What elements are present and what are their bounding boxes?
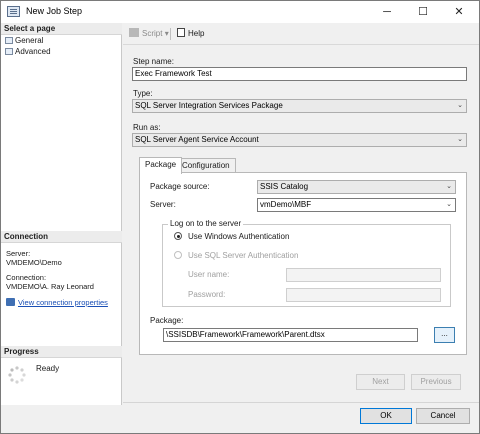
windows-auth-label: Use Windows Authentication (188, 232, 290, 241)
package-path-input[interactable]: \SSISDB\Framework\Framework\Parent.dtsx (163, 328, 418, 342)
step-name-label: Step name: (133, 57, 174, 66)
chevron-down-icon: ⌄ (457, 102, 463, 109)
type-value: SQL Server Integration Services Package (135, 101, 283, 110)
ok-button[interactable]: OK (360, 408, 412, 424)
logon-title: Log on to the server (168, 219, 244, 228)
view-connection-properties-label: View connection properties (18, 298, 108, 307)
page-item-general[interactable]: General (5, 36, 43, 45)
sql-auth-label: Use SQL Server Authentication (188, 251, 299, 260)
page-label-advanced: Advanced (15, 47, 51, 56)
username-input[interactable] (286, 268, 441, 282)
maximize-button[interactable]: ☐ (405, 1, 441, 23)
view-connection-properties-link[interactable]: View connection properties (6, 298, 108, 307)
server-label: Server: (6, 249, 31, 258)
browse-package-button[interactable]: ... (434, 327, 455, 343)
password-label: Password: (188, 290, 226, 299)
help-button[interactable]: Help (177, 28, 204, 38)
progress-header: Progress (1, 346, 122, 358)
select-page-header: Select a page (1, 23, 122, 35)
progress-status: Ready (36, 364, 60, 373)
package-server-select[interactable]: vmDemo\MBF ⌄ (257, 198, 456, 212)
page-icon (5, 37, 13, 44)
type-select[interactable]: SQL Server Integration Services Package … (132, 99, 467, 113)
page-icon (5, 48, 13, 55)
job-step-icon (7, 6, 20, 17)
toolbar-separator (170, 28, 171, 40)
run-as-value: SQL Server Agent Service Account (135, 135, 259, 144)
tab-package[interactable]: Package (139, 157, 183, 174)
package-source-value: SSIS Catalog (260, 182, 309, 191)
script-label: Script (142, 29, 163, 38)
help-icon (177, 28, 185, 37)
run-as-label: Run as: (133, 123, 161, 132)
window-title: New Job Step (26, 6, 83, 16)
toolbar: Script ▾ Help (123, 23, 479, 45)
step-name-input[interactable]: Exec Framework Test (132, 67, 467, 81)
type-label: Type: (133, 89, 153, 98)
connection-label: Connection: (6, 273, 47, 282)
bottom-separator (123, 402, 479, 403)
windows-auth-radio[interactable] (174, 232, 182, 240)
page-label-general: General (15, 36, 44, 45)
password-input[interactable] (286, 288, 441, 302)
script-dropdown-icon: ▾ (164, 29, 169, 38)
next-button[interactable]: Next (356, 374, 405, 390)
chevron-down-icon: ⌄ (446, 201, 452, 208)
chevron-down-icon: ⌄ (446, 183, 452, 190)
connection-value: VMDEMO\A. Ray Leonard (6, 282, 94, 291)
script-icon (129, 28, 139, 37)
package-source-label: Package source: (150, 182, 210, 191)
new-job-step-window: New Job Step ─ ☐ ✕ Select a page General… (0, 0, 480, 434)
cancel-button[interactable]: Cancel (416, 408, 470, 424)
previous-button[interactable]: Previous (411, 374, 461, 390)
chevron-down-icon: ⌄ (457, 136, 463, 143)
help-label: Help (188, 29, 205, 38)
minimize-button[interactable]: ─ (369, 1, 405, 23)
progress-spinner-icon (8, 366, 26, 384)
run-as-select[interactable]: SQL Server Agent Service Account ⌄ (132, 133, 467, 147)
package-server-label: Server: (150, 200, 176, 209)
script-button[interactable]: Script ▾ (129, 28, 169, 38)
title-bar: New Job Step ─ ☐ ✕ (1, 1, 479, 23)
package-server-value: vmDemo\MBF (260, 200, 312, 209)
sql-auth-radio[interactable] (174, 251, 182, 259)
properties-icon (6, 298, 15, 306)
page-item-advanced[interactable]: Advanced (5, 47, 51, 56)
server-value: VMDEMO\Demo (6, 258, 62, 267)
package-source-select[interactable]: SSIS Catalog ⌄ (257, 180, 456, 194)
username-label: User name: (188, 270, 230, 279)
close-button[interactable]: ✕ (441, 1, 477, 23)
left-pane: Select a page General Advanced Connectio… (1, 23, 122, 405)
connection-header: Connection (1, 231, 122, 243)
package-path-label: Package: (150, 316, 184, 325)
